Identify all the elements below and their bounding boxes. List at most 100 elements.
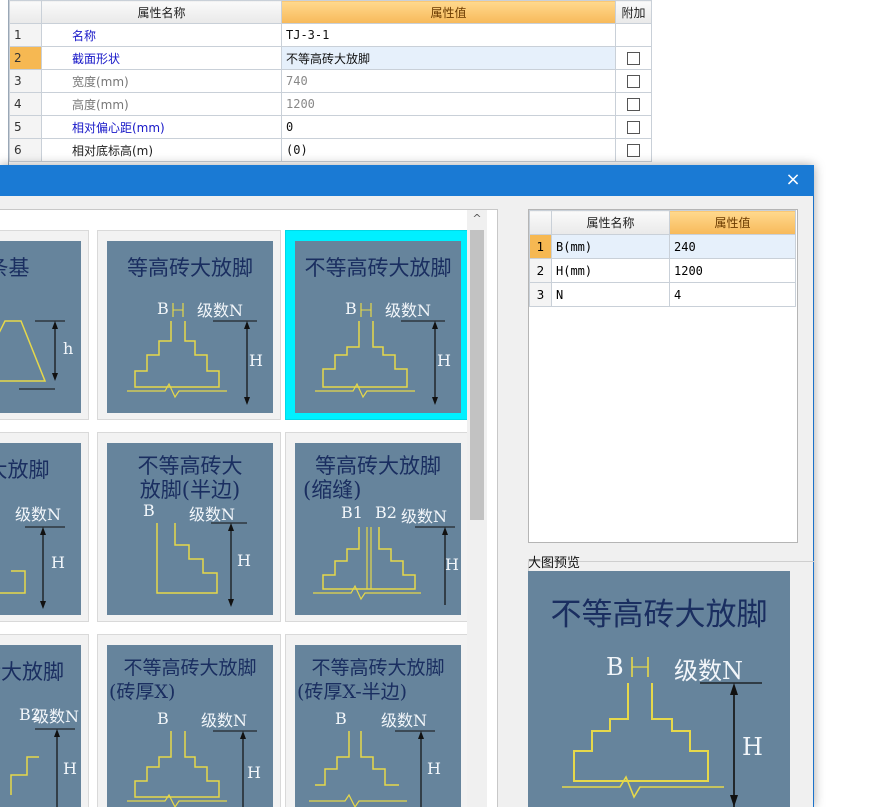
close-icon[interactable]: × xyxy=(782,169,804,191)
row-number: 2 xyxy=(529,258,552,283)
shape-image: 不等高砖大 放脚(半边) B 级数N H xyxy=(107,443,273,615)
param-value-input[interactable]: 240 xyxy=(669,234,796,259)
shape-thumb-equal-joint[interactable]: 等高砖大放脚 (缩缝) B1 B2 级数N H xyxy=(285,432,469,622)
shape-thumb-unequal-half[interactable]: 不等高砖大 放脚(半边) B 级数N H xyxy=(97,432,281,622)
shape-drawing xyxy=(309,730,435,807)
row-number: 1 xyxy=(529,234,552,259)
property-value-input[interactable]: 1200 xyxy=(281,92,616,116)
scroll-up-icon[interactable]: ^ xyxy=(467,210,487,228)
param-value-input[interactable]: 4 xyxy=(669,282,796,307)
shape-drawing xyxy=(315,303,445,405)
table-row[interactable]: 1 B(mm) 240 xyxy=(529,234,796,259)
dialog-titlebar[interactable]: × xyxy=(0,165,814,196)
property-grid: 属性名称 属性值 附加 1 名称 TJ-3-1 2 截面形状 不等高砖大放脚 3… xyxy=(8,0,654,165)
extra-checkbox[interactable] xyxy=(627,144,640,157)
shape-thumb-unequal-height[interactable]: 不等高砖大放脚 B 级数N H xyxy=(285,230,469,420)
shape-image: 等高砖大放脚 B 级数N H xyxy=(107,241,273,413)
extra-cell xyxy=(615,46,652,70)
property-value-input[interactable]: 740 xyxy=(281,69,616,93)
parameter-grid-header: 属性名称 属性值 xyxy=(529,210,796,235)
property-name: 宽度(mm) xyxy=(41,69,282,93)
preview-dim-label-level: 级数N xyxy=(674,657,743,685)
shape-thumb-large-footing[interactable]: 大放脚 级数N H xyxy=(0,432,89,622)
shape-thumb-brick-footing[interactable]: 砖大放脚 B2 级数N H xyxy=(0,634,89,807)
table-row[interactable]: 4 高度(mm) 1200 xyxy=(9,92,652,116)
shape-image: 大放脚 级数N H xyxy=(0,443,81,615)
shape-drawing xyxy=(127,730,257,807)
table-row[interactable]: 3 宽度(mm) 740 xyxy=(9,69,652,93)
property-name: 相对底标高(m) xyxy=(41,138,282,162)
extra-cell xyxy=(615,138,652,162)
table-row[interactable]: 2 H(mm) 1200 xyxy=(529,258,796,283)
preview-dim-label-b: B xyxy=(606,653,624,681)
property-name: 名称 xyxy=(41,23,282,47)
shape-image: 不等高砖大放脚 (砖厚X-半边) B 级数N H xyxy=(295,645,461,807)
table-row[interactable]: 2 截面形状 不等高砖大放脚 xyxy=(9,46,652,70)
property-grid-header: 属性名称 属性值 附加 xyxy=(9,0,652,24)
extra-checkbox[interactable] xyxy=(627,121,640,134)
large-preview-image: 不等高砖大放脚 B 级数N H xyxy=(528,571,790,807)
shape-drawing xyxy=(10,728,75,807)
table-row[interactable]: 5 相对偏心距(mm) 0 xyxy=(9,115,652,139)
dim-label-h: h xyxy=(63,339,74,358)
param-name: H(mm) xyxy=(551,258,670,283)
shape-drawing xyxy=(313,526,455,605)
shape-drawing xyxy=(0,320,65,390)
shape-image: 不等高砖大放脚 B 级数N H xyxy=(295,241,461,413)
shape-thumb-unequal-thick-half[interactable]: 不等高砖大放脚 (砖厚X-半边) B 级数N H xyxy=(285,634,469,807)
shape-image: 等高砖大放脚 (缩缝) B1 B2 级数N H xyxy=(295,443,461,615)
table-row[interactable]: 3 N 4 xyxy=(529,282,796,307)
parameter-grid: 属性名称 属性值 1 B(mm) 240 2 H(mm) 1200 3 N 4 xyxy=(528,209,798,543)
shape-thumb-unequal-thick[interactable]: 不等高砖大放脚 (砖厚X) B 级数N H xyxy=(97,634,281,807)
table-row[interactable]: 6 相对底标高(m) (0) xyxy=(9,138,652,162)
table-row[interactable]: 1 名称 TJ-3-1 xyxy=(9,23,652,47)
shape-image: 不等高砖大放脚 (砖厚X) B 级数N H xyxy=(107,645,273,807)
extra-checkbox[interactable] xyxy=(627,75,640,88)
section-shape-dialog: × 面条基 h xyxy=(0,165,814,807)
row-number: 6 xyxy=(9,138,42,162)
property-name: 高度(mm) xyxy=(41,92,282,116)
extra-checkbox[interactable] xyxy=(627,98,640,111)
param-name: B(mm) xyxy=(551,234,670,259)
extra-cell xyxy=(615,23,652,47)
preview-label: 大图预览 xyxy=(528,556,581,571)
param-value-input[interactable]: 1200 xyxy=(669,258,796,283)
shape-drawing xyxy=(156,522,247,607)
shape-thumb-trapezoid[interactable]: 面条基 h xyxy=(0,230,89,420)
header-index xyxy=(529,210,552,235)
preview-caption: 不等高砖大放脚 xyxy=(550,597,768,633)
property-value-input[interactable]: (0) xyxy=(281,138,616,162)
property-name: 相对偏心距(mm) xyxy=(41,115,282,139)
gallery-scrollbar[interactable]: ^ xyxy=(467,210,487,807)
shape-drawing xyxy=(127,303,257,405)
scroll-thumb[interactable] xyxy=(470,230,484,520)
property-value-input[interactable]: 0 xyxy=(281,115,616,139)
row-number: 1 xyxy=(9,23,42,47)
row-number: 3 xyxy=(529,282,552,307)
header-value[interactable]: 属性值 xyxy=(669,210,796,235)
row-number: 2 xyxy=(9,46,42,70)
property-value-input[interactable]: TJ-3-1 xyxy=(281,23,616,47)
row-number: 4 xyxy=(9,92,42,116)
shape-thumb-equal-height[interactable]: 等高砖大放脚 B 级数N H xyxy=(97,230,281,420)
header-name[interactable]: 属性名称 xyxy=(41,0,282,24)
extra-cell xyxy=(615,92,652,116)
header-index xyxy=(9,0,42,24)
shape-image: 砖大放脚 B2 级数N H xyxy=(0,645,81,807)
screen: 属性名称 属性值 附加 1 名称 TJ-3-1 2 截面形状 不等高砖大放脚 3… xyxy=(0,0,876,807)
property-value-input[interactable]: 不等高砖大放脚 xyxy=(281,46,616,70)
extra-cell xyxy=(615,69,652,93)
header-extra[interactable]: 附加 xyxy=(615,0,652,24)
shape-drawing xyxy=(0,526,65,609)
preview-dim-label-h: H xyxy=(742,733,763,761)
param-name: N xyxy=(551,282,670,307)
header-value[interactable]: 属性值 xyxy=(281,0,616,24)
property-name: 截面形状 xyxy=(41,46,282,70)
extra-checkbox[interactable] xyxy=(627,52,640,65)
shape-image: 面条基 h xyxy=(0,241,81,413)
shape-gallery: 面条基 h 等高砖大放脚 B 级数N xyxy=(0,209,498,807)
row-number: 5 xyxy=(9,115,42,139)
extra-cell xyxy=(615,115,652,139)
row-number: 3 xyxy=(9,69,42,93)
header-name[interactable]: 属性名称 xyxy=(551,210,670,235)
